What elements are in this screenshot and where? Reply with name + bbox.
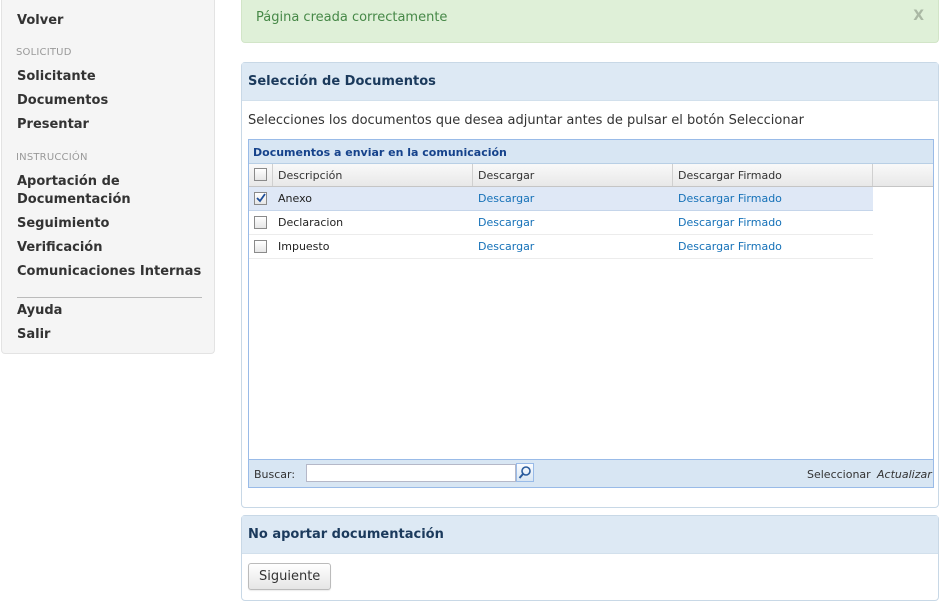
cell-descargar: Descargar	[473, 235, 673, 258]
nav-aportacion-line1: Aportación de	[17, 174, 120, 189]
documents-grid: Documentos a enviar en la comunicación D…	[248, 139, 934, 488]
success-alert: Página creada correctamente X	[241, 0, 939, 43]
panel-title-no-docs: No aportar documentación	[242, 516, 938, 554]
select-all-cell	[249, 164, 273, 186]
nav-comunicaciones[interactable]: Comunicaciones Internas	[17, 263, 201, 281]
download-link[interactable]: Descargar	[478, 192, 534, 205]
column-header-descripcion[interactable]: Descripción	[273, 164, 473, 186]
select-all-checkbox[interactable]	[254, 168, 267, 181]
instructions-text: Selecciones los documentos que desea adj…	[248, 113, 804, 128]
column-header-spacer	[873, 164, 933, 186]
search-button[interactable]	[516, 463, 534, 482]
section-instruccion: INSTRUCCIÓN	[16, 152, 88, 163]
nav-aportacion-line2: Documentación	[17, 192, 131, 207]
search-label: Buscar:	[254, 468, 296, 481]
close-icon[interactable]: X	[913, 8, 924, 24]
nav-aportacion[interactable]: Aportación de Documentación	[17, 173, 131, 209]
search-icon	[518, 466, 531, 479]
next-button[interactable]: Siguiente	[248, 563, 332, 590]
cell-descripcion: Anexo	[278, 192, 312, 205]
cell-descripcion: Declaracion	[278, 216, 344, 229]
download-link[interactable]: Descargar	[478, 240, 534, 253]
document-selection-panel: Selección de Documentos Selecciones los …	[241, 62, 939, 508]
cell-descripcion: Impuesto	[278, 240, 330, 253]
search-input[interactable]	[306, 464, 516, 482]
cell-descargar: Descargar	[473, 211, 673, 234]
cell-descargar-firmado: Descargar Firmado	[673, 187, 873, 210]
nav-ayuda[interactable]: Ayuda	[17, 302, 62, 320]
cell-descargar-firmado: Descargar Firmado	[673, 235, 873, 258]
section-solicitud: SOLICITUD	[16, 47, 72, 58]
sidebar-nav: Volver SOLICITUD Solicitante Documentos …	[1, 0, 215, 354]
download-link[interactable]: Descargar	[478, 216, 534, 229]
grid-title: Documentos a enviar en la comunicación	[249, 140, 933, 164]
nav-solicitante[interactable]: Solicitante	[17, 68, 96, 86]
select-button[interactable]: Seleccionar	[807, 468, 871, 481]
row-checkbox-cell	[249, 211, 273, 234]
grid-header: Descripción Descargar Descargar Firmado	[249, 164, 933, 187]
row-checkbox[interactable]	[254, 216, 267, 229]
cell-descargar: Descargar	[473, 187, 673, 210]
download-signed-link[interactable]: Descargar Firmado	[678, 240, 782, 253]
table-row[interactable]: Anexo Descargar Descargar Firmado	[249, 187, 873, 211]
table-row[interactable]: Declaracion Descargar Descargar Firmado	[249, 211, 873, 235]
download-signed-link[interactable]: Descargar Firmado	[678, 216, 782, 229]
row-checkbox-cell	[249, 187, 273, 210]
no-documentation-panel: No aportar documentación Siguiente	[241, 515, 939, 601]
column-header-descargar[interactable]: Descargar	[473, 164, 673, 186]
row-checkbox[interactable]	[254, 192, 267, 205]
column-header-descargar-firmado[interactable]: Descargar Firmado	[673, 164, 873, 186]
row-checkbox-cell	[249, 235, 273, 258]
checkmark-icon	[256, 193, 266, 203]
nav-salir[interactable]: Salir	[17, 326, 50, 344]
sidebar-divider	[17, 297, 202, 298]
nav-volver[interactable]: Volver	[17, 12, 63, 30]
nav-seguimiento[interactable]: Seguimiento	[17, 215, 109, 233]
panel-title: Selección de Documentos	[242, 63, 938, 101]
download-signed-link[interactable]: Descargar Firmado	[678, 192, 782, 205]
nav-presentar[interactable]: Presentar	[17, 116, 89, 134]
nav-documentos[interactable]: Documentos	[17, 92, 108, 110]
refresh-button[interactable]: Actualizar	[877, 468, 932, 481]
row-checkbox[interactable]	[254, 240, 267, 253]
table-row[interactable]: Impuesto Descargar Descargar Firmado	[249, 235, 873, 259]
grid-toolbar: Buscar: Seleccionar Actualizar	[249, 459, 933, 487]
cell-descargar-firmado: Descargar Firmado	[673, 211, 873, 234]
alert-message: Página creada correctamente	[256, 10, 448, 25]
nav-verificacion[interactable]: Verificación	[17, 239, 103, 257]
